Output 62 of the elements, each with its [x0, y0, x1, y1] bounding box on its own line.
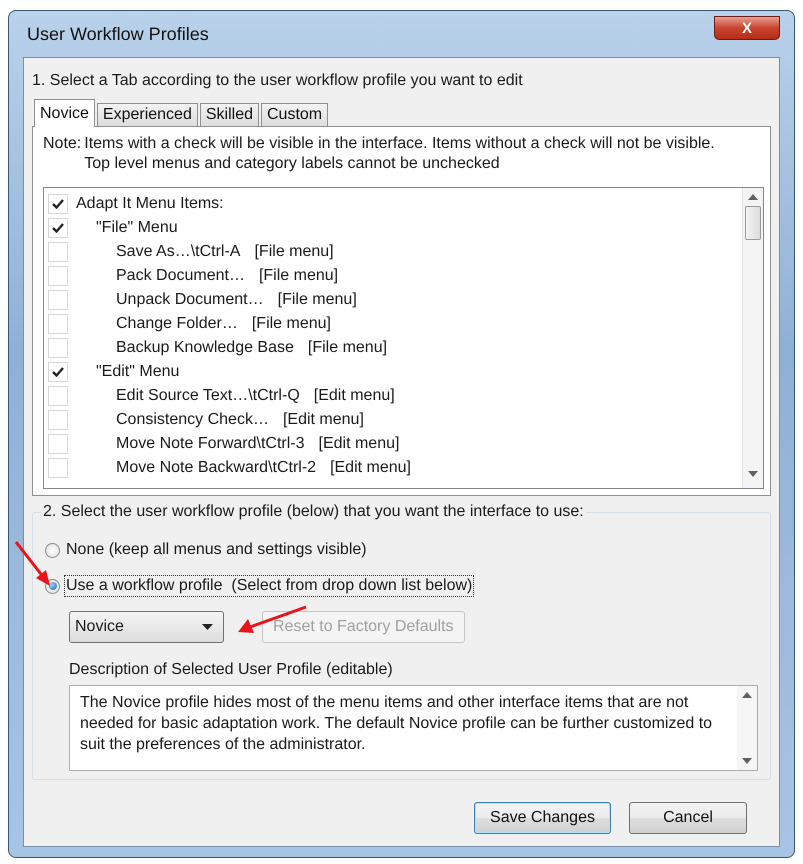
- item-label: Unpack Document…: [116, 291, 264, 309]
- dialog-button[interactable]: Save Changes: [474, 802, 611, 834]
- tab[interactable]: Skilled: [200, 103, 259, 127]
- scrollbar[interactable]: [742, 188, 763, 488]
- menu-tag: [File menu]: [254, 243, 334, 261]
- dialog-button[interactable]: Cancel: [629, 802, 747, 834]
- menu-tag: [File menu]: [308, 339, 388, 357]
- profile-dropdown[interactable]: Novice: [69, 611, 224, 643]
- item-label: Edit Source Text…\tCtrl-Q: [116, 387, 300, 405]
- checkbox[interactable]: [48, 290, 68, 310]
- checkbox[interactable]: [48, 410, 68, 430]
- checkbox[interactable]: [48, 314, 68, 334]
- checkbox[interactable]: [48, 218, 68, 238]
- checkbox[interactable]: [48, 434, 68, 454]
- scroll-down-icon[interactable]: [742, 758, 752, 764]
- item-label: Pack Document…: [116, 267, 245, 285]
- checkbox[interactable]: [48, 362, 68, 382]
- window-title: User Workflow Profiles: [26, 24, 209, 44]
- scroll-up-icon[interactable]: [742, 692, 752, 698]
- menu-tag: [Edit menu]: [282, 411, 364, 429]
- caret-icon: [202, 624, 213, 630]
- note-label: Note:: [43, 135, 82, 154]
- step-one-label: 1. Select a Tab according to the user workflow profile you want to edit: [32, 72, 524, 90]
- checkmark-icon: [52, 199, 64, 209]
- checkbox[interactable]: [48, 386, 68, 406]
- tab[interactable]: Custom: [261, 103, 328, 127]
- scroll-down-icon[interactable]: [748, 471, 758, 477]
- radio-label[interactable]: None (keep all menus and settings visible): [64, 539, 369, 561]
- item-label: "File" Menu: [96, 219, 178, 237]
- checkbox[interactable]: [48, 242, 68, 262]
- menu-tag: [Edit menu]: [318, 435, 400, 453]
- item-label: "Edit" Menu: [96, 363, 180, 381]
- item-label: Backup Knowledge Base: [116, 339, 294, 357]
- menu-tag: [File menu]: [252, 315, 331, 333]
- checkmark-icon: [52, 367, 64, 377]
- checkbox[interactable]: [48, 338, 68, 358]
- checkbox[interactable]: [48, 266, 68, 286]
- scroll-up-icon[interactable]: [748, 194, 758, 200]
- item-label: Consistency Check…: [116, 411, 269, 429]
- note-text: Items with a check will be visible in the interface. Items without a check will not be visible.: [84, 135, 715, 153]
- tab[interactable]: Experienced: [96, 103, 198, 127]
- scroll-thumb[interactable]: [745, 206, 761, 240]
- tab[interactable]: Novice: [34, 99, 95, 127]
- menu-tag: [File menu]: [278, 291, 357, 309]
- menu-tag: [Edit menu]: [330, 459, 411, 477]
- item-label: Adapt It Menu Items:: [76, 195, 224, 213]
- item-label: Move Note Backward\tCtrl-2: [116, 459, 316, 477]
- description-field[interactable]: The Novice profile hides most of the menu items and other interface items that are not needed for basic adaptation work. The default Novice profile can be further customized to suit the preferences of the administrator.: [69, 685, 758, 771]
- radio-button[interactable]: [45, 542, 60, 558]
- checkbox[interactable]: [48, 194, 68, 214]
- description-label: Description of Selected User Profile (editable): [69, 661, 394, 679]
- item-label: Move Note Forward\tCtrl-3: [116, 435, 304, 453]
- close-button[interactable]: X: [714, 16, 780, 40]
- step-two-label: 2. Select the user workflow profile (below) that you want the interface to use:: [41, 503, 586, 521]
- item-label: Save As…\tCtrl-A: [116, 243, 240, 261]
- checkmark-icon: [52, 223, 64, 233]
- item-label: Change Folder…: [116, 315, 238, 333]
- checkbox[interactable]: [48, 458, 68, 478]
- menu-tag: [File menu]: [258, 267, 338, 285]
- note-text: Top level menus and category labels cannot be unchecked: [84, 155, 501, 173]
- radio-label[interactable]: Use a workflow profile (Select from drop down list below): [64, 575, 474, 597]
- menu-tag: [Edit menu]: [314, 387, 395, 405]
